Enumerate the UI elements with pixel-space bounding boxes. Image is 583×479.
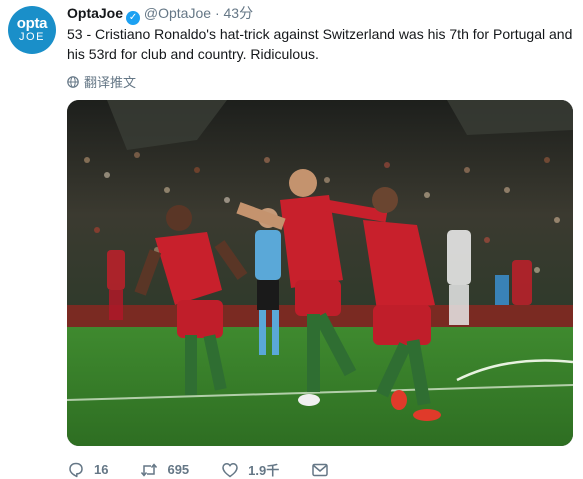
translate-tweet-link[interactable]: 翻译推文	[67, 72, 136, 91]
like-button[interactable]: 1.9千	[221, 460, 279, 479]
avatar-text-joe: JOE	[19, 31, 45, 43]
like-count: 1.9千	[248, 463, 280, 478]
tweet-header: OptaJoe ✓ @OptaJoe · 43分	[67, 4, 253, 25]
verified-badge-icon: ✓	[126, 11, 141, 25]
tweet-text: 53 - Cristiano Ronaldo's hat-trick again…	[67, 26, 573, 62]
heart-icon	[222, 462, 238, 477]
separator-dot: ·	[214, 5, 220, 21]
retweet-button[interactable]: 695	[140, 461, 189, 479]
author-name[interactable]: OptaJoe	[67, 5, 123, 21]
retweet-count: 695	[167, 462, 190, 477]
tweet-actions: 16 695 1.9千	[67, 460, 361, 479]
football-celebration-image	[67, 100, 573, 446]
direct-message-button[interactable]	[311, 461, 329, 479]
globe-icon	[67, 75, 79, 88]
translate-label: 翻译推文	[84, 75, 137, 90]
envelope-icon	[312, 463, 328, 476]
reply-count: 16	[94, 462, 109, 477]
tweet-photo[interactable]	[67, 100, 573, 446]
retweet-icon	[141, 462, 158, 477]
avatar-text-opta: opta	[16, 15, 48, 32]
reply-button[interactable]: 16	[67, 461, 108, 479]
reply-icon	[69, 462, 83, 477]
author-handle[interactable]: @OptaJoe	[144, 5, 211, 21]
avatar[interactable]: opta JOE	[8, 6, 56, 54]
tweet-timestamp[interactable]: 43分	[224, 5, 254, 21]
